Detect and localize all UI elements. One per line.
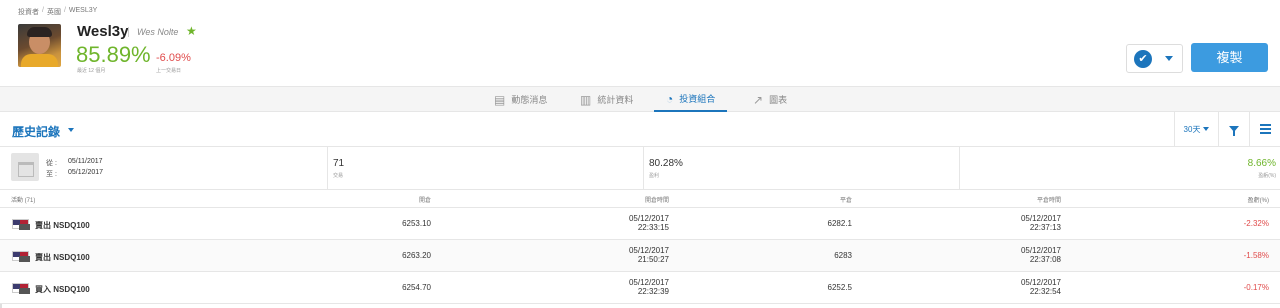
newsfeed-icon: ▤	[494, 92, 506, 107]
col-open: 開倉	[418, 198, 431, 204]
close-datetime: 05/12/2017 22:32:54	[1020, 278, 1061, 296]
from-label: 從 :	[46, 160, 57, 167]
period-label: 30天	[1183, 124, 1201, 134]
close-datetime: 05/12/2017 22:37:13	[1020, 214, 1061, 232]
trades-label: 交易	[333, 173, 344, 179]
open-datetime: 05/12/2017 22:32:39	[628, 278, 669, 296]
period-gain: 8.66%	[1247, 158, 1276, 169]
tab-stats[interactable]: ▥ 統計資料	[568, 87, 645, 112]
profitable-percent: 80.28%	[649, 158, 683, 169]
filter-icon	[1229, 126, 1239, 136]
breadcrumb-investors[interactable]: 投資者	[18, 7, 39, 17]
daily-change: -6.09%	[156, 52, 191, 64]
star-icon: ★	[186, 24, 197, 38]
list-view-button[interactable]	[1249, 112, 1280, 146]
trade-action: 賣出 NSDQ100	[35, 221, 90, 230]
trade-pl: -0.17%	[1243, 283, 1269, 292]
tab-newsfeed[interactable]: ▤ 動態消息	[482, 87, 559, 112]
filter-button[interactable]	[1218, 112, 1249, 146]
stats-icon: ▥	[580, 92, 592, 107]
tab-label: 統計資料	[597, 95, 634, 105]
open-datetime: 05/12/2017 22:33:15	[628, 214, 669, 232]
open-datetime: 05/12/2017 21:50:27	[628, 246, 669, 264]
tab-label: 圖表	[769, 95, 788, 105]
portfolio-pie-icon: ◔	[666, 91, 674, 106]
chevron-down-icon[interactable]	[68, 128, 74, 132]
check-icon: ✔	[1134, 50, 1152, 68]
history-toolbar: 歷史記錄 30天	[0, 112, 1280, 147]
trades-count: 71	[333, 158, 345, 169]
open-rate: 6254.70	[402, 283, 431, 292]
profile-tabs: ▤ 動態消息 ▥ 統計資料 ◔ 投資組合 ↗ 圖表	[0, 86, 1280, 112]
trade-action: 買入 NSDQ100	[35, 285, 90, 294]
col-close-time: 平倉時間	[1036, 198, 1061, 204]
close-datetime: 05/12/2017 22:37:08	[1020, 246, 1061, 264]
col-open-time: 開倉時間	[644, 198, 669, 204]
chevron-down-icon	[1203, 127, 1210, 131]
yearly-gain-label: 最近 12 個月	[77, 68, 106, 74]
table-header: 活動 (71) 開倉 開倉時間 平倉 平倉時間 盈虧(%)	[0, 190, 1280, 208]
open-rate: 6253.10	[402, 219, 431, 228]
tab-label: 投資組合	[679, 94, 716, 104]
us-flag-icon	[12, 251, 30, 262]
col-action: 活動 (71)	[11, 198, 36, 204]
avatar	[18, 24, 61, 67]
username: Wesl3y	[77, 23, 129, 40]
table-row[interactable]: 賣出 NSDQ100 6263.20 05/12/2017 21:50:27 62…	[0, 240, 1280, 272]
open-rate: 6263.20	[402, 251, 431, 260]
breadcrumb: 投資者 / 英國 / WESL3Y	[18, 7, 98, 17]
profile-header: 投資者 / 英國 / WESL3Y Wesl3y Wes Nolte ★ 85.…	[0, 0, 1280, 86]
tab-label: 動態消息	[511, 95, 548, 105]
close-rate: 6283	[834, 251, 852, 260]
tab-portfolio[interactable]: ◔ 投資組合	[654, 87, 728, 112]
history-summary: 從 : 05/11/2017 至 : 05/12/2017 71 交易 80.2…	[0, 147, 1280, 190]
yearly-gain: 85.89%	[76, 42, 151, 67]
chevron-down-icon	[1165, 56, 1173, 61]
to-date: 05/12/2017	[68, 169, 104, 176]
period-gain-label: 盈虧(%)	[1258, 173, 1276, 179]
table-row[interactable]: 賣出 NSDQ100 6253.10 05/12/2017 22:33:15 62…	[0, 208, 1280, 240]
col-pl: 盈虧(%)	[1247, 198, 1269, 204]
calendar-icon[interactable]	[11, 153, 39, 181]
to-label: 至 :	[46, 171, 57, 178]
real-name: Wes Nolte	[128, 27, 178, 37]
breadcrumb-country[interactable]: 英國	[47, 7, 61, 17]
profitable-label: 盈利	[649, 173, 660, 179]
copy-button[interactable]: 複製	[1191, 43, 1268, 72]
us-flag-icon	[12, 219, 30, 230]
follow-dropdown-button[interactable]: ✔	[1126, 44, 1183, 73]
col-close: 平倉	[839, 198, 852, 204]
trade-action: 賣出 NSDQ100	[35, 253, 90, 262]
trade-pl: -2.32%	[1243, 219, 1269, 228]
period-dropdown[interactable]: 30天	[1174, 112, 1218, 146]
trade-pl: -1.58%	[1243, 251, 1269, 260]
us-flag-icon	[12, 283, 30, 294]
close-rate: 6252.5	[827, 283, 852, 292]
table-row[interactable]: 買入 NSDQ100 6254.70 05/12/2017 22:32:39 62…	[0, 272, 1280, 304]
tab-chart[interactable]: ↗ 圖表	[741, 87, 799, 112]
daily-change-label: 上一交易日	[156, 68, 182, 74]
from-date: 05/11/2017	[68, 158, 103, 165]
close-rate: 6282.1	[827, 219, 852, 228]
chart-icon: ↗	[753, 92, 764, 107]
history-dropdown[interactable]: 歷史記錄	[12, 123, 60, 140]
breadcrumb-user: WESL3Y	[68, 7, 98, 14]
